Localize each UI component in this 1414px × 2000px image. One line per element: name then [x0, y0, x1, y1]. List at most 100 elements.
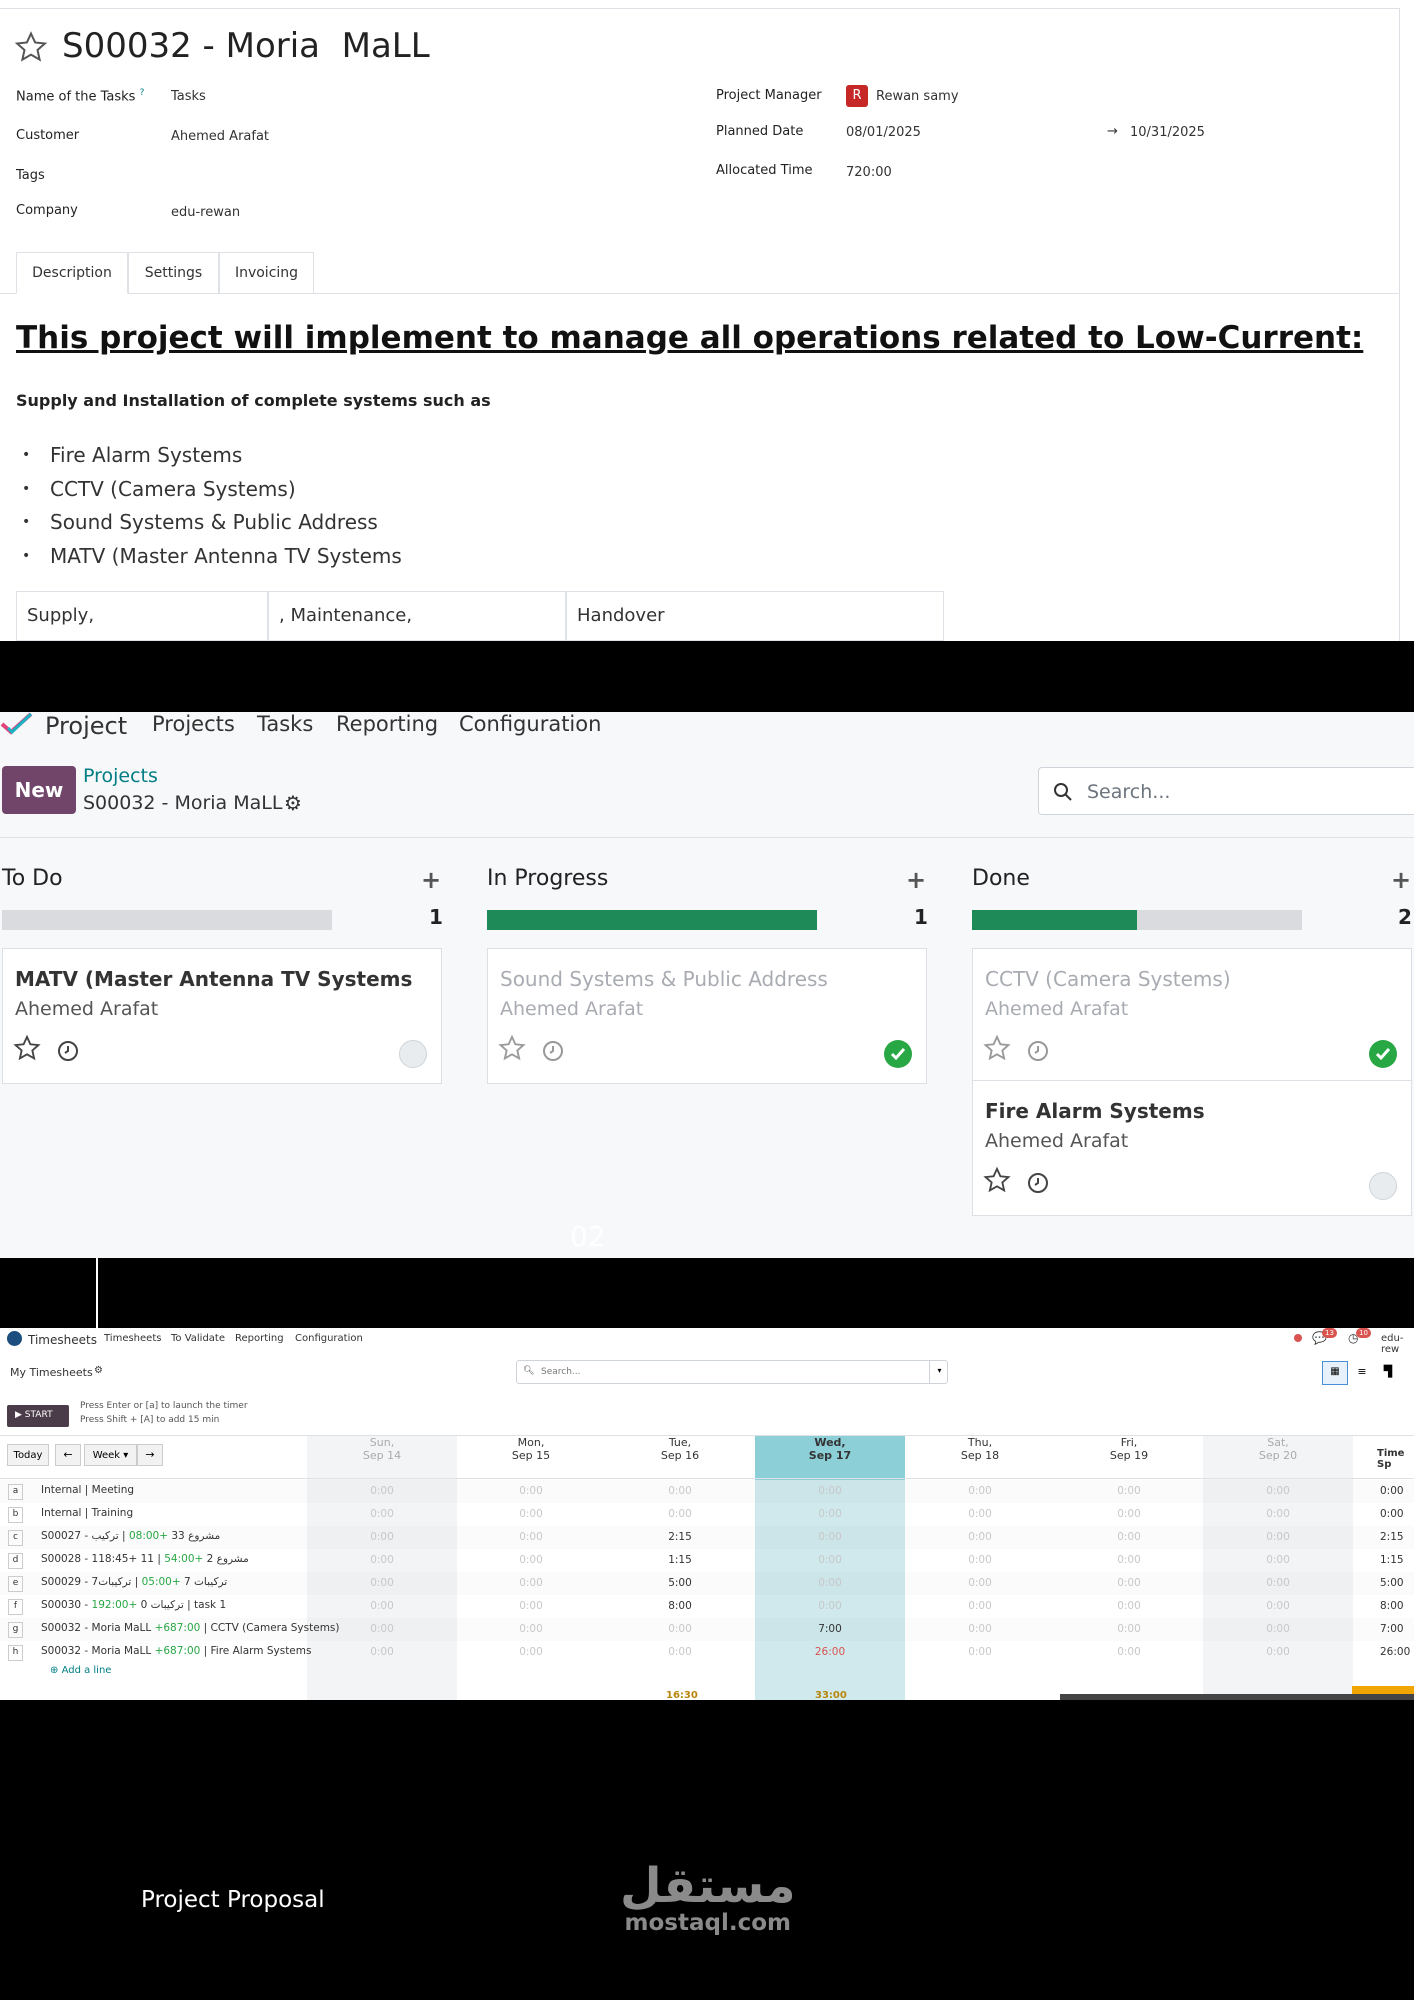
menu-configuration[interactable]: Configuration	[295, 1333, 363, 1344]
clock-icon[interactable]	[1027, 1040, 1049, 1062]
check-icon[interactable]	[1369, 1040, 1397, 1068]
time-cell[interactable]: 0:00	[456, 1554, 606, 1566]
add-line-link[interactable]: ⊕ Add a line	[50, 1665, 111, 1676]
time-cell[interactable]: 0:00	[1054, 1531, 1204, 1543]
row-label[interactable]: S00028 - مشروع 2 +54:00 | 11 +118:45	[41, 1553, 249, 1565]
field-value-name[interactable]: Tasks	[171, 89, 206, 104]
row-label[interactable]: S00030 - تركيبات 0 +192:00 | task 1	[41, 1599, 226, 1611]
menu-projects[interactable]: Projects	[152, 712, 235, 736]
field-value-planned-start[interactable]: 08/01/2025	[846, 125, 921, 140]
time-cell[interactable]: 0:00	[905, 1623, 1055, 1635]
star-icon[interactable]	[498, 1034, 526, 1062]
search-input[interactable]: 🔍︎ Search... ▾	[516, 1360, 948, 1384]
star-icon[interactable]	[983, 1166, 1011, 1194]
time-cell[interactable]: 0:00	[605, 1485, 755, 1497]
list-view-icon[interactable]: ≡	[1350, 1361, 1374, 1385]
time-cell[interactable]: 0:00	[755, 1554, 905, 1566]
time-cell[interactable]: 0:00	[905, 1554, 1055, 1566]
time-cell[interactable]: 0:00	[1054, 1554, 1204, 1566]
plus-icon[interactable]: +	[1391, 866, 1411, 894]
status-circle[interactable]	[1369, 1172, 1397, 1200]
gear-icon[interactable]: ⚙	[284, 791, 302, 815]
search-input[interactable]: Search...	[1038, 767, 1414, 815]
time-cell[interactable]: 0:00	[755, 1485, 905, 1497]
time-cell[interactable]: 0:00	[1203, 1508, 1353, 1520]
chevron-down-icon[interactable]: ▾	[929, 1361, 949, 1383]
field-value-allocated[interactable]: 720:00	[846, 165, 892, 180]
time-cell[interactable]: 0:00	[755, 1508, 905, 1520]
time-cell[interactable]: 0:00	[1054, 1577, 1204, 1589]
time-cell[interactable]: 0:00	[905, 1485, 1055, 1497]
tab-description[interactable]: Description	[16, 252, 128, 294]
tab-invoicing[interactable]: Invoicing	[219, 252, 314, 294]
task-card[interactable]: Fire Alarm Systems Ahemed Arafat	[972, 1080, 1412, 1216]
arrow-right-icon[interactable]: →	[137, 1444, 163, 1466]
time-cell[interactable]: 0:00	[456, 1623, 606, 1635]
time-cell[interactable]: 0:00	[755, 1577, 905, 1589]
time-cell[interactable]: 0:00	[456, 1485, 606, 1497]
time-cell[interactable]: 0:00	[1203, 1577, 1353, 1589]
time-cell[interactable]: 0:00	[307, 1600, 457, 1612]
time-cell[interactable]: 0:00	[1203, 1646, 1353, 1658]
time-cell[interactable]: 0:00	[307, 1577, 457, 1589]
task-card[interactable]: MATV (Master Antenna TV Systems Ahemed A…	[2, 948, 442, 1084]
time-cell[interactable]: 0:00	[307, 1508, 457, 1520]
week-select[interactable]: Week ▾	[84, 1444, 137, 1466]
time-cell[interactable]: 0:00	[755, 1531, 905, 1543]
time-cell[interactable]: 2:15	[605, 1531, 755, 1543]
new-button[interactable]: New	[2, 766, 76, 814]
time-cell[interactable]: 0:00	[307, 1554, 457, 1566]
row-label[interactable]: S00032 - Moria MaLL +687:00 | Fire Alarm…	[41, 1645, 311, 1657]
plus-icon[interactable]: +	[421, 866, 441, 894]
time-cell[interactable]: 0:00	[1054, 1646, 1204, 1658]
field-value-customer[interactable]: Ahemed Arafat	[171, 129, 269, 144]
task-card[interactable]: CCTV (Camera Systems) Ahemed Arafat	[972, 948, 1412, 1084]
time-cell[interactable]: 0:00	[456, 1646, 606, 1658]
app-title[interactable]: Project	[45, 712, 127, 740]
time-cell[interactable]: 0:00	[456, 1577, 606, 1589]
time-cell[interactable]: 0:00	[1054, 1508, 1204, 1520]
time-cell[interactable]: 0:00	[1203, 1600, 1353, 1612]
time-cell[interactable]: 0:00	[456, 1531, 606, 1543]
breadcrumb[interactable]: Projects	[83, 765, 158, 787]
time-cell[interactable]: 0:00	[905, 1577, 1055, 1589]
gear-icon[interactable]: ⚙	[94, 1365, 103, 1376]
time-cell[interactable]: 0:00	[307, 1531, 457, 1543]
today-button[interactable]: Today	[7, 1444, 49, 1466]
time-cell[interactable]: 0:00	[605, 1623, 755, 1635]
menu-timesheets[interactable]: Timesheets	[104, 1333, 161, 1344]
time-cell[interactable]: 0:00	[307, 1485, 457, 1497]
row-label[interactable]: Internal | Meeting	[41, 1484, 134, 1496]
clock-icon[interactable]	[1027, 1172, 1049, 1194]
plus-icon[interactable]: +	[906, 866, 926, 894]
field-value-manager[interactable]: Rewan samy	[876, 89, 959, 104]
time-cell[interactable]: 0:00	[605, 1508, 755, 1520]
time-cell[interactable]: 1:15	[605, 1554, 755, 1566]
time-cell[interactable]: 0:00	[456, 1600, 606, 1612]
time-cell[interactable]: 5:00	[605, 1577, 755, 1589]
task-card[interactable]: Sound Systems & Public Address Ahemed Ar…	[487, 948, 927, 1084]
time-cell[interactable]: 0:00	[307, 1646, 457, 1658]
menu-to-validate[interactable]: To Validate	[171, 1333, 225, 1344]
time-cell[interactable]: 0:00	[1203, 1531, 1353, 1543]
start-button[interactable]: ▶ START	[7, 1405, 69, 1427]
time-cell[interactable]: 0:00	[905, 1600, 1055, 1612]
time-cell[interactable]: 0:00	[905, 1508, 1055, 1520]
star-icon[interactable]	[14, 30, 48, 64]
tab-settings[interactable]: Settings	[128, 252, 219, 294]
time-cell[interactable]: 0:00	[1203, 1554, 1353, 1566]
status-circle[interactable]	[399, 1040, 427, 1068]
clock-icon[interactable]	[57, 1040, 79, 1062]
time-cell[interactable]: 0:00	[1054, 1623, 1204, 1635]
time-cell[interactable]: 0:00	[1203, 1485, 1353, 1497]
time-cell[interactable]: 0:00	[755, 1600, 905, 1612]
kanban-view-icon[interactable]: ▜	[1376, 1361, 1400, 1385]
field-value-company[interactable]: edu-rewan	[171, 205, 240, 220]
row-label[interactable]: S00027 - مشروع 33 +08:00 | تركيب	[41, 1530, 220, 1542]
time-cell[interactable]: 7:00	[755, 1623, 905, 1635]
check-icon[interactable]	[884, 1040, 912, 1068]
record-icon[interactable]	[1294, 1334, 1302, 1342]
menu-tasks[interactable]: Tasks	[257, 712, 313, 736]
time-cell[interactable]: 0:00	[307, 1623, 457, 1635]
time-cell[interactable]: 26:00	[755, 1646, 905, 1658]
